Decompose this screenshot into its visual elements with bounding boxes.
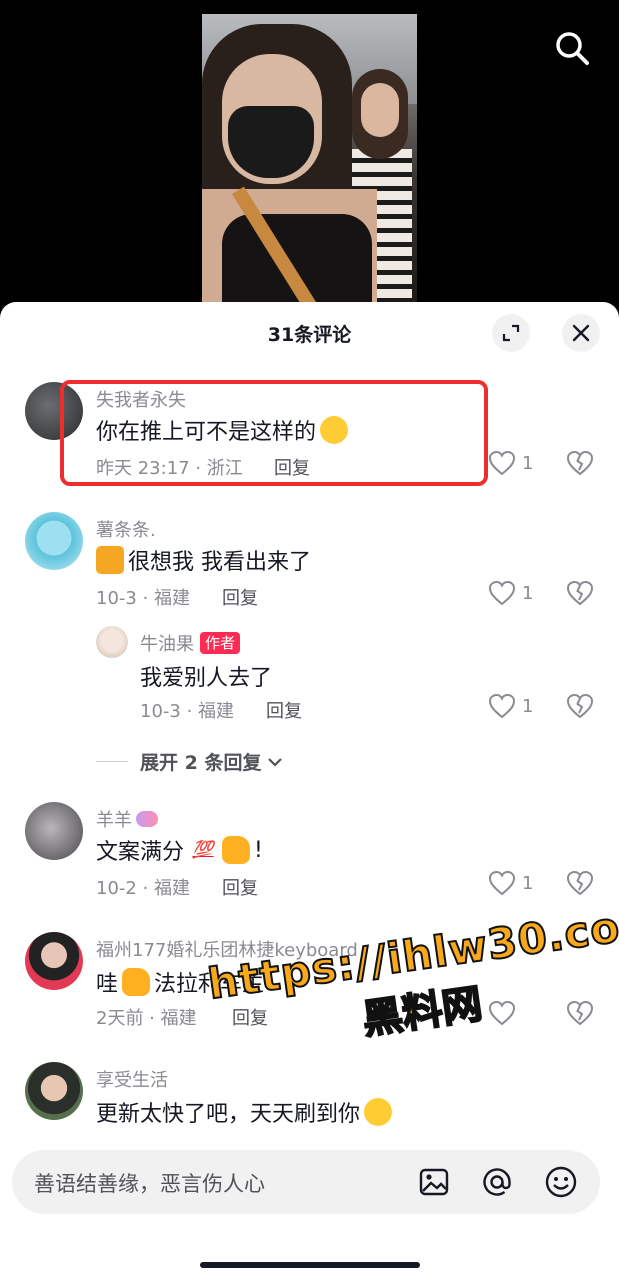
comment-text-suffix: 法拉利车主 — [154, 972, 265, 997]
thumbs-up-emoji-icon — [222, 836, 251, 864]
comment-username[interactable]: 福州177婚礼乐团林捷keyboard — [96, 936, 358, 962]
avatar[interactable] — [96, 626, 128, 658]
dislike-button[interactable] — [566, 450, 594, 480]
laughing-emoji-icon — [320, 416, 349, 444]
like-button[interactable]: 1 — [488, 450, 533, 476]
comment-username[interactable]: 享受生活 — [96, 1066, 168, 1092]
comment-text: 我爱别人去了 — [140, 666, 273, 691]
search-icon — [556, 32, 589, 65]
candy-emoji-icon — [136, 811, 158, 827]
comment-text-suffix: ! — [254, 837, 263, 863]
comment-text-content: 文案满分 — [96, 840, 185, 865]
comment-username-text: 羊羊 — [96, 810, 132, 831]
expand-button[interactable] — [492, 314, 530, 352]
avatar[interactable] — [25, 1062, 83, 1120]
comment-sheet: 31条评论 失我者永失 你在推上可不是这样的 昨天 23:17 · 浙江 回复 … — [0, 302, 619, 1280]
reply-username: 牛油果 — [140, 634, 194, 655]
comment-text-content: 更新太快了吧，天天刷到你 — [96, 1102, 361, 1127]
home-indicator — [200, 1262, 420, 1268]
reply-button[interactable]: 回复 — [232, 1004, 268, 1030]
comment-meta: 10-3 · 福建 — [96, 588, 191, 609]
heart-eyes-emoji-icon — [364, 1098, 393, 1126]
avatar[interactable] — [25, 802, 83, 860]
broken-heart-icon — [566, 1000, 594, 1026]
at-icon — [483, 1168, 511, 1196]
comment-text-content: 你在推上可不是这样的 — [96, 420, 317, 445]
comment-text: 哇 法拉利车主 — [96, 966, 264, 998]
comment-username[interactable]: 牛油果 作者 — [140, 630, 241, 656]
reply-button[interactable]: 回复 — [222, 874, 258, 900]
like-button[interactable]: 1 — [488, 870, 533, 896]
mention-button[interactable] — [479, 1164, 515, 1200]
thumbs-up-emoji-icon — [122, 968, 151, 996]
comment-meta: 10-2 · 福建 — [96, 878, 191, 899]
hundred-points-emoji-icon: 💯 — [192, 840, 214, 860]
reply-button[interactable]: 回复 — [274, 454, 310, 480]
comment-username[interactable]: 薯条条. — [96, 516, 156, 542]
broken-heart-icon — [566, 580, 594, 606]
comment-input-placeholder[interactable]: 善语结善缘，恶言伤人心 — [34, 1168, 265, 1198]
comment-text: 更新太快了吧，天天刷到你 — [96, 1096, 393, 1128]
comment-text-content: 哇 — [96, 972, 119, 997]
comment-text: 你在推上可不是这样的 — [96, 414, 349, 446]
broken-heart-icon — [566, 693, 594, 719]
emoji-button[interactable] — [543, 1164, 579, 1200]
chevron-down-icon — [268, 757, 283, 767]
heart-icon — [488, 1000, 516, 1026]
dislike-button[interactable] — [566, 693, 594, 723]
comment-meta: 昨天 23:17 · 浙江 — [96, 458, 243, 479]
reply-button[interactable]: 回复 — [222, 584, 258, 610]
heart-icon — [488, 580, 516, 606]
avatar[interactable] — [25, 382, 83, 440]
expand-icon — [502, 324, 520, 342]
emoji-icon — [545, 1166, 577, 1198]
reply-button[interactable]: 回复 — [266, 697, 302, 723]
close-button[interactable] — [562, 314, 600, 352]
heart-icon — [488, 693, 516, 719]
heart-icon — [488, 450, 516, 476]
like-count: 1 — [522, 872, 534, 894]
like-button[interactable] — [488, 1000, 516, 1026]
cat-emoji-icon — [96, 546, 124, 574]
search-button[interactable] — [552, 28, 592, 68]
comment-username[interactable]: 失我者永失 — [96, 386, 186, 412]
broken-heart-icon — [566, 450, 594, 476]
like-count: 1 — [522, 452, 534, 474]
comment-meta: 10-3 · 福建 — [140, 701, 235, 722]
image-icon — [419, 1168, 449, 1196]
comment-text: 很想我 我看出来了 — [96, 544, 311, 576]
avatar[interactable] — [25, 932, 83, 990]
close-icon — [572, 324, 590, 342]
video-face-mask — [228, 106, 314, 178]
comment-text-content: 很想我 我看出来了 — [128, 550, 311, 575]
author-badge: 作者 — [200, 632, 241, 654]
like-count: 1 — [522, 582, 534, 604]
avatar[interactable] — [25, 512, 83, 570]
comment-username[interactable]: 羊羊 — [96, 806, 158, 832]
comment-input-bar[interactable]: 善语结善缘，恶言伤人心 — [12, 1150, 600, 1214]
expand-replies-button[interactable]: 展开 2 条回复 — [96, 748, 285, 775]
comment-meta: 2天前 · 福建 — [96, 1008, 197, 1029]
dislike-button[interactable] — [566, 870, 594, 900]
like-button[interactable]: 1 — [488, 693, 533, 719]
like-button[interactable]: 1 — [488, 580, 533, 606]
like-count: 1 — [522, 695, 534, 717]
dislike-button[interactable] — [566, 580, 594, 610]
expand-replies-label: 展开 2 条回复 — [140, 752, 262, 774]
expand-divider — [96, 761, 128, 762]
comment-text: 文案满分 💯 ! — [96, 834, 263, 866]
comment-sheet-header: 31条评论 — [0, 302, 619, 366]
video-area[interactable] — [0, 0, 619, 320]
broken-heart-icon — [566, 870, 594, 896]
dislike-button[interactable] — [566, 1000, 594, 1030]
video-thumbnail[interactable] — [202, 14, 417, 314]
heart-icon — [488, 870, 516, 896]
image-button[interactable] — [416, 1164, 452, 1200]
